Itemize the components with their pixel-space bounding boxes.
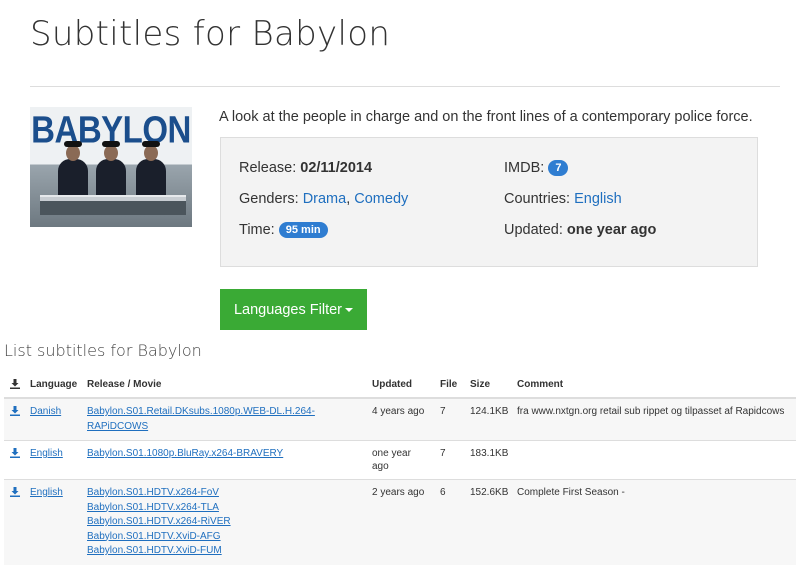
file-cell: 7	[440, 448, 446, 459]
page-title: Subtitles for Babylon	[30, 14, 391, 54]
column-header-language: Language	[24, 371, 81, 399]
time-info: Time: 95 min	[239, 222, 328, 238]
release-link[interactable]: Babylon.S01.HDTV.XviD-AFG	[87, 530, 360, 545]
table-row: Danish Babylon.S01.Retail.DKsubs.1080p.W…	[4, 398, 796, 441]
updated-info: Updated: one year ago	[504, 222, 656, 238]
download-icon	[10, 378, 20, 389]
show-poster: BABYLON	[30, 107, 192, 227]
table-row: English Babylon.S01.HDTV.x264-FoV Babylo…	[4, 479, 796, 565]
imdb-info: IMDB: 7	[504, 160, 569, 176]
column-header-comment: Comment	[511, 371, 796, 399]
download-column-header	[4, 371, 24, 399]
column-header-size: Size	[464, 371, 511, 399]
release-link[interactable]: Babylon.S01.HDTV.x264-FoV	[87, 486, 360, 501]
release-link[interactable]: Babylon.S01.HDTV.XviD-FUM	[87, 544, 360, 559]
genders-label: Genders:	[239, 191, 299, 207]
release-info: Release: 02/11/2014	[239, 160, 372, 176]
column-header-updated: Updated	[366, 371, 434, 399]
show-info-box: Release: 02/11/2014 IMDB: 7 Genders: Dra…	[220, 137, 758, 267]
release-link[interactable]: Babylon.S01.HDTV.x264-RiVER	[87, 515, 360, 530]
languages-filter-label: Languages Filter	[233, 301, 342, 318]
comment-cell: Complete First Season -	[517, 487, 625, 498]
updated-cell: one year ago	[372, 448, 411, 472]
download-icon[interactable]	[10, 448, 20, 459]
size-cell: 152.6KB	[470, 487, 509, 498]
release-link[interactable]: Babylon.S01.HDTV.x264-TLA	[87, 501, 360, 516]
release-label: Release:	[239, 160, 297, 176]
genders-info: Genders: Drama, Comedy	[239, 191, 409, 207]
size-cell: 124.1KB	[470, 406, 509, 417]
file-cell: 7	[440, 406, 446, 417]
countries-label: Countries:	[504, 191, 571, 207]
language-link[interactable]: Danish	[30, 406, 61, 417]
countries-info: Countries: English	[504, 191, 622, 207]
list-title: List subtitles for Babylon	[4, 341, 202, 360]
poster-desk	[40, 195, 186, 215]
show-description: A look at the people in charge and on th…	[219, 109, 753, 125]
column-header-file: File	[434, 371, 464, 399]
release-link[interactable]: Babylon.S01.Retail.DKsubs.1080p.WEB-DL.H…	[87, 405, 360, 434]
table-header-row: Language Release / Movie Updated File Si…	[4, 371, 796, 399]
genre-link-drama[interactable]: Drama	[303, 191, 347, 207]
file-cell: 6	[440, 487, 446, 498]
subtitles-table: Language Release / Movie Updated File Si…	[4, 371, 796, 565]
title-divider	[30, 86, 780, 87]
languages-filter-button[interactable]: Languages Filter	[220, 289, 367, 330]
size-cell: 183.1KB	[470, 448, 509, 459]
download-icon[interactable]	[10, 406, 20, 417]
column-header-release: Release / Movie	[81, 371, 366, 399]
country-link[interactable]: English	[574, 191, 622, 207]
time-label: Time:	[239, 222, 275, 238]
imdb-label: IMDB:	[504, 160, 545, 176]
table-row: English Babylon.S01.1080p.BluRay.x264-BR…	[4, 440, 796, 480]
download-icon[interactable]	[10, 487, 20, 498]
updated-label: Updated:	[504, 222, 563, 238]
language-link[interactable]: English	[30, 448, 63, 459]
genre-link-comedy[interactable]: Comedy	[354, 191, 408, 207]
updated-cell: 4 years ago	[372, 406, 425, 417]
release-value: 02/11/2014	[300, 160, 373, 176]
release-link[interactable]: Babylon.S01.1080p.BluRay.x264-BRAVERY	[87, 447, 360, 462]
imdb-rating-badge: 7	[548, 160, 569, 176]
language-link[interactable]: English	[30, 487, 63, 498]
runtime-badge: 95 min	[278, 222, 328, 238]
comment-cell	[511, 441, 796, 480]
updated-cell: 2 years ago	[372, 487, 425, 498]
comment-cell: fra www.nxtgn.org retail sub rippet og t…	[517, 406, 785, 417]
updated-value: one year ago	[566, 222, 657, 238]
caret-down-icon	[345, 307, 353, 312]
